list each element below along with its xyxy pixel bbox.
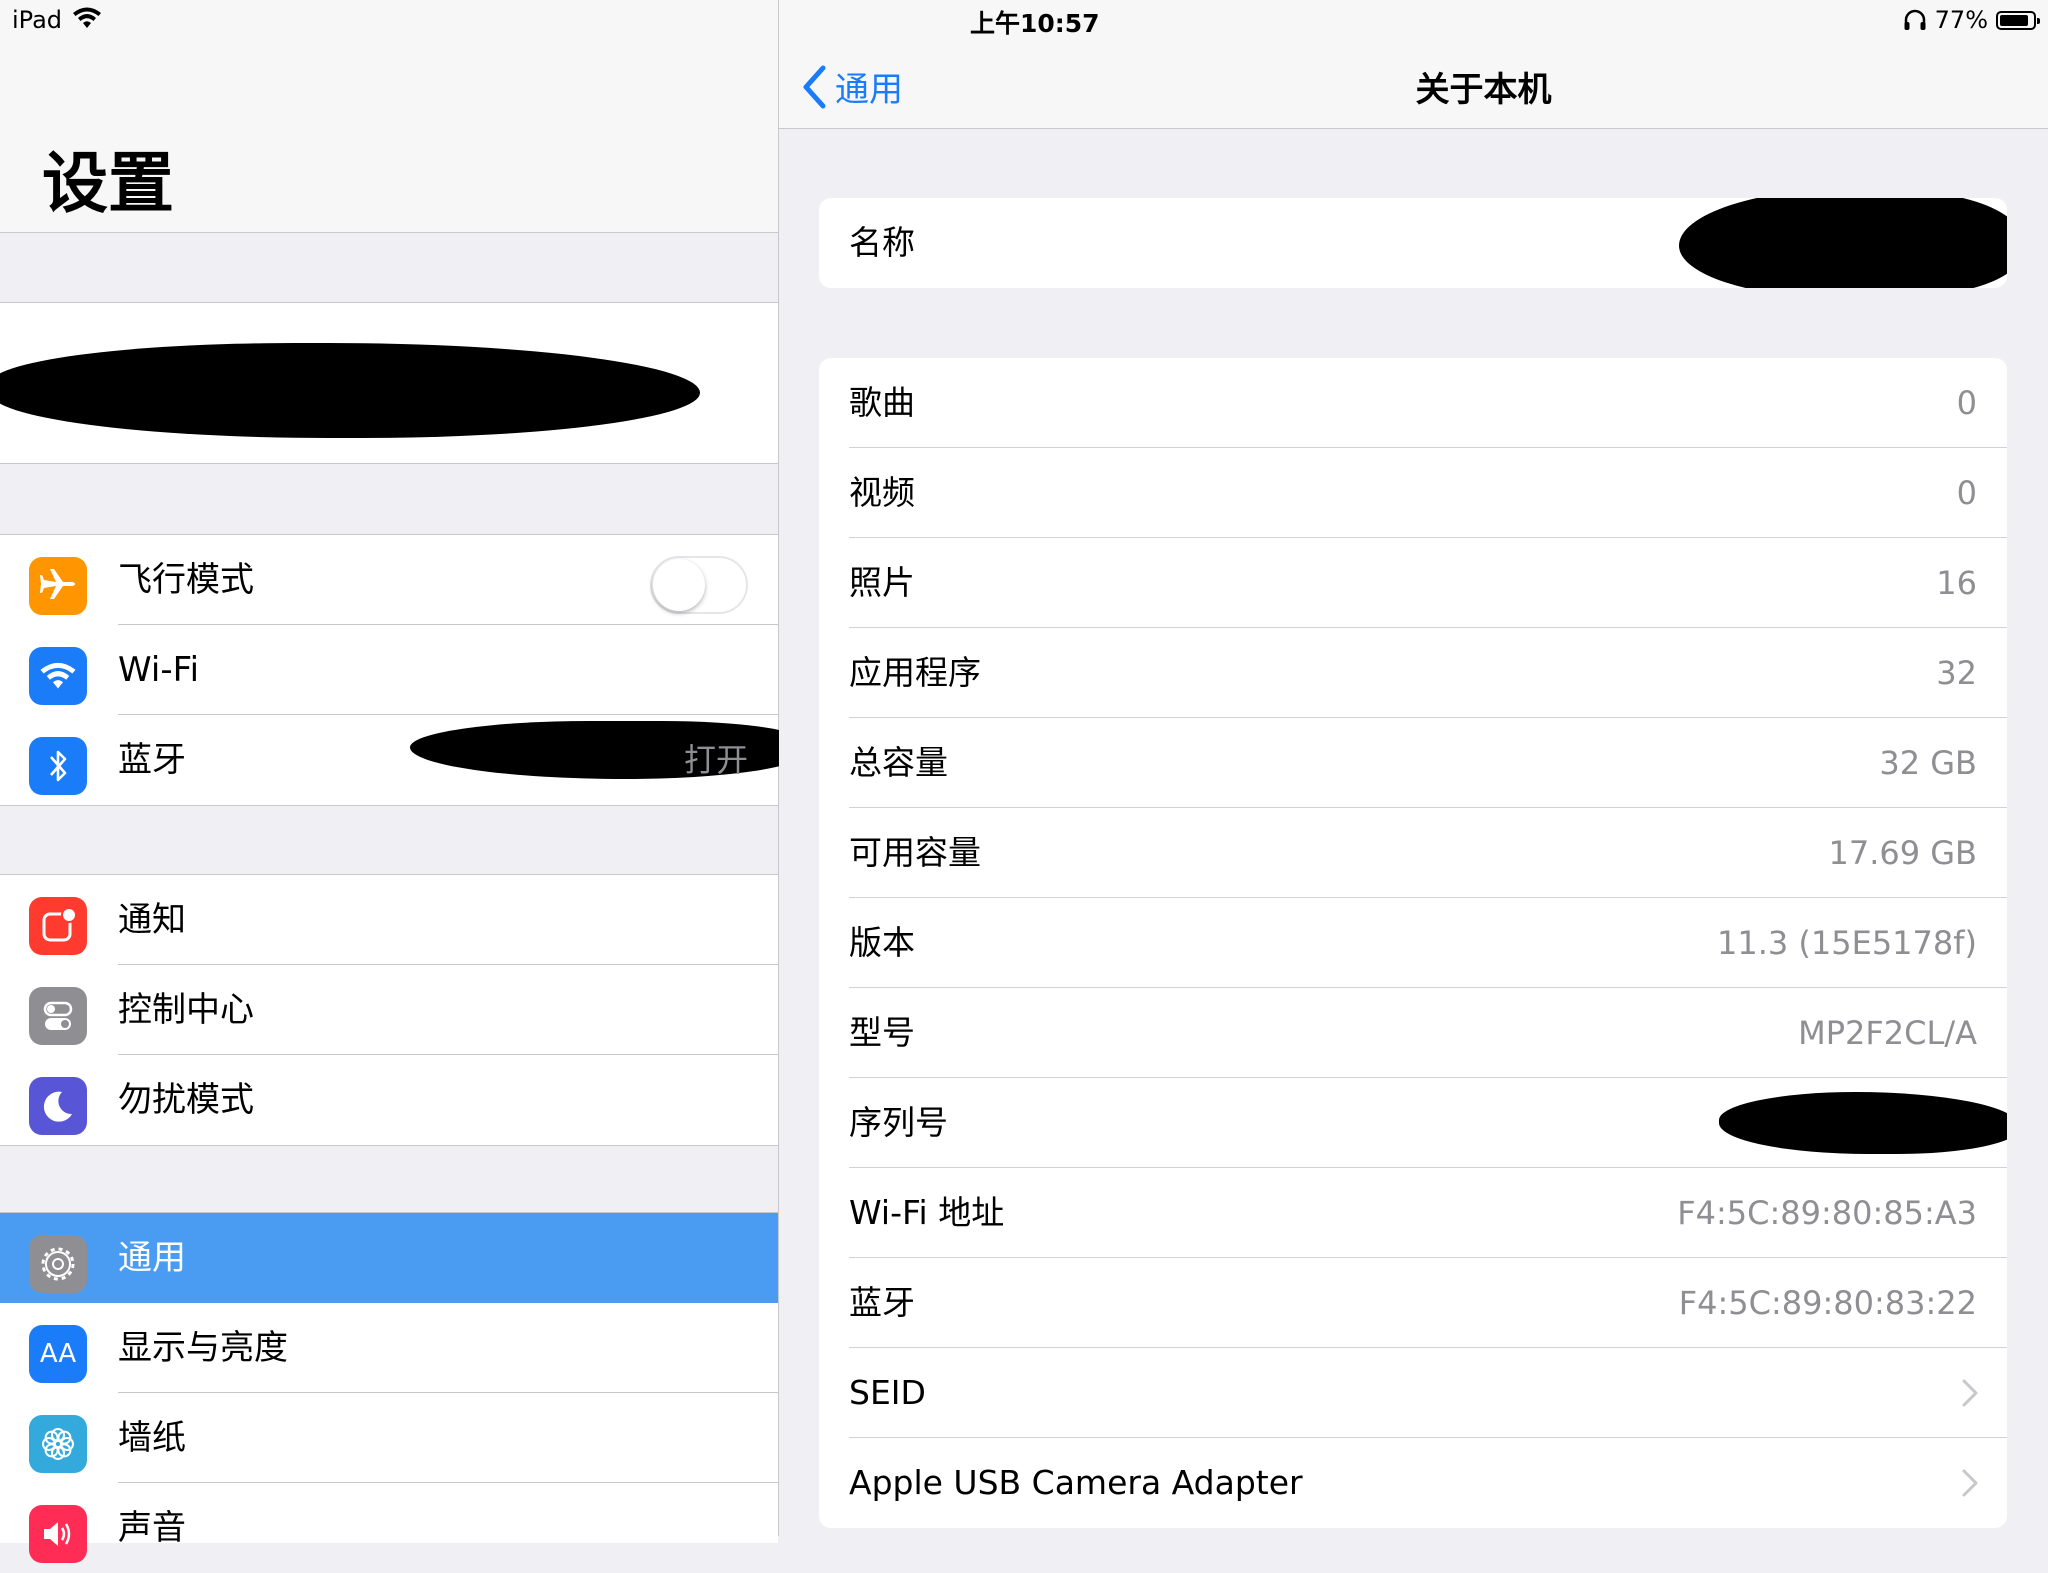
row-label: 歌曲 [849,383,915,422]
row-label: 视频 [849,473,915,512]
airplane-icon [29,557,87,615]
control-center-icon [29,987,87,1045]
row-label: SEID [849,1373,926,1412]
sidebar-item-label: 通用 [118,1238,186,1278]
row-label: 蓝牙 [849,1283,915,1322]
row-label: 名称 [849,223,915,262]
notifications-icon [29,897,87,955]
info-row-songs: 歌曲 0 [819,358,2007,448]
account-cell[interactable] [0,302,778,464]
sound-icon [29,1505,87,1563]
info-row-photos: 照片 16 [819,538,2007,628]
headphones-icon [1904,9,1926,30]
info-row-model[interactable]: 型号 MP2F2CL/A [819,988,2007,1078]
info-row-wifi-address: Wi-Fi 地址 F4:5C:89:80:85:A3 [819,1168,2007,1258]
about-info-card: 歌曲 0 视频 0 照片 16 应用程序 32 总容量 32 GB 可用容量 1… [819,358,2007,1528]
row-label: 应用程序 [849,653,981,692]
sidebar-item-label: 声音 [118,1508,186,1548]
row-value: 32 GB [1879,744,1977,782]
sidebar-item-label: 通知 [118,900,186,940]
sidebar-item-label: 墙纸 [118,1418,186,1458]
redaction-mark [1679,198,2007,288]
page-title: 关于本机 [1415,70,1552,110]
info-row-usb-camera-adapter[interactable]: Apple USB Camera Adapter [819,1438,2007,1528]
row-label: 照片 [849,563,915,602]
chevron-right-icon [1962,1379,1978,1407]
info-row-capacity: 总容量 32 GB [819,718,2007,808]
connectivity-group: 飞行模式 Wi-Fi 蓝牙 打开 [0,534,805,806]
wifi-icon [29,647,87,705]
sidebar-item-label: 控制中心 [118,990,254,1030]
sidebar-item-control-center[interactable]: 控制中心 [0,965,778,1055]
display-icon: AA [29,1325,87,1383]
name-row[interactable]: 名称 [819,198,2007,288]
row-label: 版本 [849,923,915,962]
sidebar-item-sounds[interactable]: 声音 [0,1483,778,1573]
bluetooth-icon [29,737,87,795]
bluetooth-status: 打开 [683,741,748,779]
row-value: 11.3 (15E5178f) [1716,924,1977,962]
airplane-mode-toggle[interactable] [650,556,748,614]
row-value: MP2F2CL/A [1798,1014,1977,1052]
sidebar-item-airplane-mode[interactable]: 飞行模式 [0,535,778,625]
info-row-videos: 视频 0 [819,448,2007,538]
sidebar-item-label: Wi-Fi [118,650,200,690]
row-value: F4:5C:89:80:83:22 [1678,1284,1977,1322]
row-value: F4:5C:89:80:85:A3 [1677,1194,1977,1232]
preferences-group: 通用 AA 显示与亮度 墙纸 声音 [0,1212,778,1563]
wallpaper-icon [29,1415,87,1473]
chevron-right-icon [1962,1469,1978,1497]
settings-sidebar: 设置 飞行模式 Wi-Fi 蓝牙 打开 通知 控制中心 勿扰模式 通用 AA 显… [0,0,805,1563]
device-name: iPad [12,6,63,34]
system-group: 通知 控制中心 勿扰模式 [0,874,778,1146]
row-value: 16 [1936,564,1977,602]
row-value: 0 [1956,474,1977,512]
info-row-seid[interactable]: SEID [819,1348,2007,1438]
status-bar: iPad 上午10:57 77% [0,0,2048,40]
sidebar-item-label: 蓝牙 [118,740,186,780]
redaction-mark [1719,1092,2007,1154]
sidebar-item-label: 飞行模式 [118,560,254,600]
sidebar-item-label: 显示与亮度 [118,1328,288,1368]
row-value: 0 [1956,384,1977,422]
name-card: 名称 [819,198,2007,288]
page-title: 设置 [42,145,174,222]
battery-percent: 77% [1934,6,1988,34]
info-row-available: 可用容量 17.69 GB [819,808,2007,898]
row-value: 32 [1936,654,1977,692]
row-label: 可用容量 [849,833,981,872]
info-row-version[interactable]: 版本 11.3 (15E5178f) [819,898,2007,988]
sidebar-item-notifications[interactable]: 通知 [0,875,778,965]
status-time: 上午10:57 [970,9,1100,38]
battery-icon [1996,10,2040,30]
redaction-mark [0,343,700,438]
sidebar-item-wifi[interactable]: Wi-Fi [0,625,805,779]
sidebar-item-general[interactable]: 通用 [0,1213,778,1303]
sidebar-item-label: 勿扰模式 [118,1080,254,1120]
row-label: 型号 [849,1013,915,1052]
row-label: Wi-Fi 地址 [849,1193,1005,1232]
sidebar-item-do-not-disturb[interactable]: 勿扰模式 [0,1055,778,1145]
sidebar-item-bluetooth[interactable]: 蓝牙 打开 [0,715,778,805]
row-label: 总容量 [849,743,948,782]
info-row-applications: 应用程序 32 [819,628,2007,718]
moon-icon [29,1077,87,1135]
row-label: Apple USB Camera Adapter [849,1463,1303,1502]
wifi-signal-icon [73,7,101,28]
info-row-serial[interactable]: 序列号 [819,1078,2007,1168]
info-row-bluetooth-address: 蓝牙 F4:5C:89:80:83:22 [819,1258,2007,1348]
sidebar-item-display-brightness[interactable]: AA 显示与亮度 [0,1303,778,1393]
detail-pane: 通用 关于本机 名称 歌曲 0 视频 0 照片 16 应用程序 32 总容量 3… [779,0,2048,1536]
gear-icon [29,1235,87,1293]
sidebar-item-wallpaper[interactable]: 墙纸 [0,1393,778,1483]
row-value: 17.69 GB [1828,834,1977,872]
row-label: 序列号 [849,1103,948,1142]
status-right: 77% [1903,6,2040,34]
